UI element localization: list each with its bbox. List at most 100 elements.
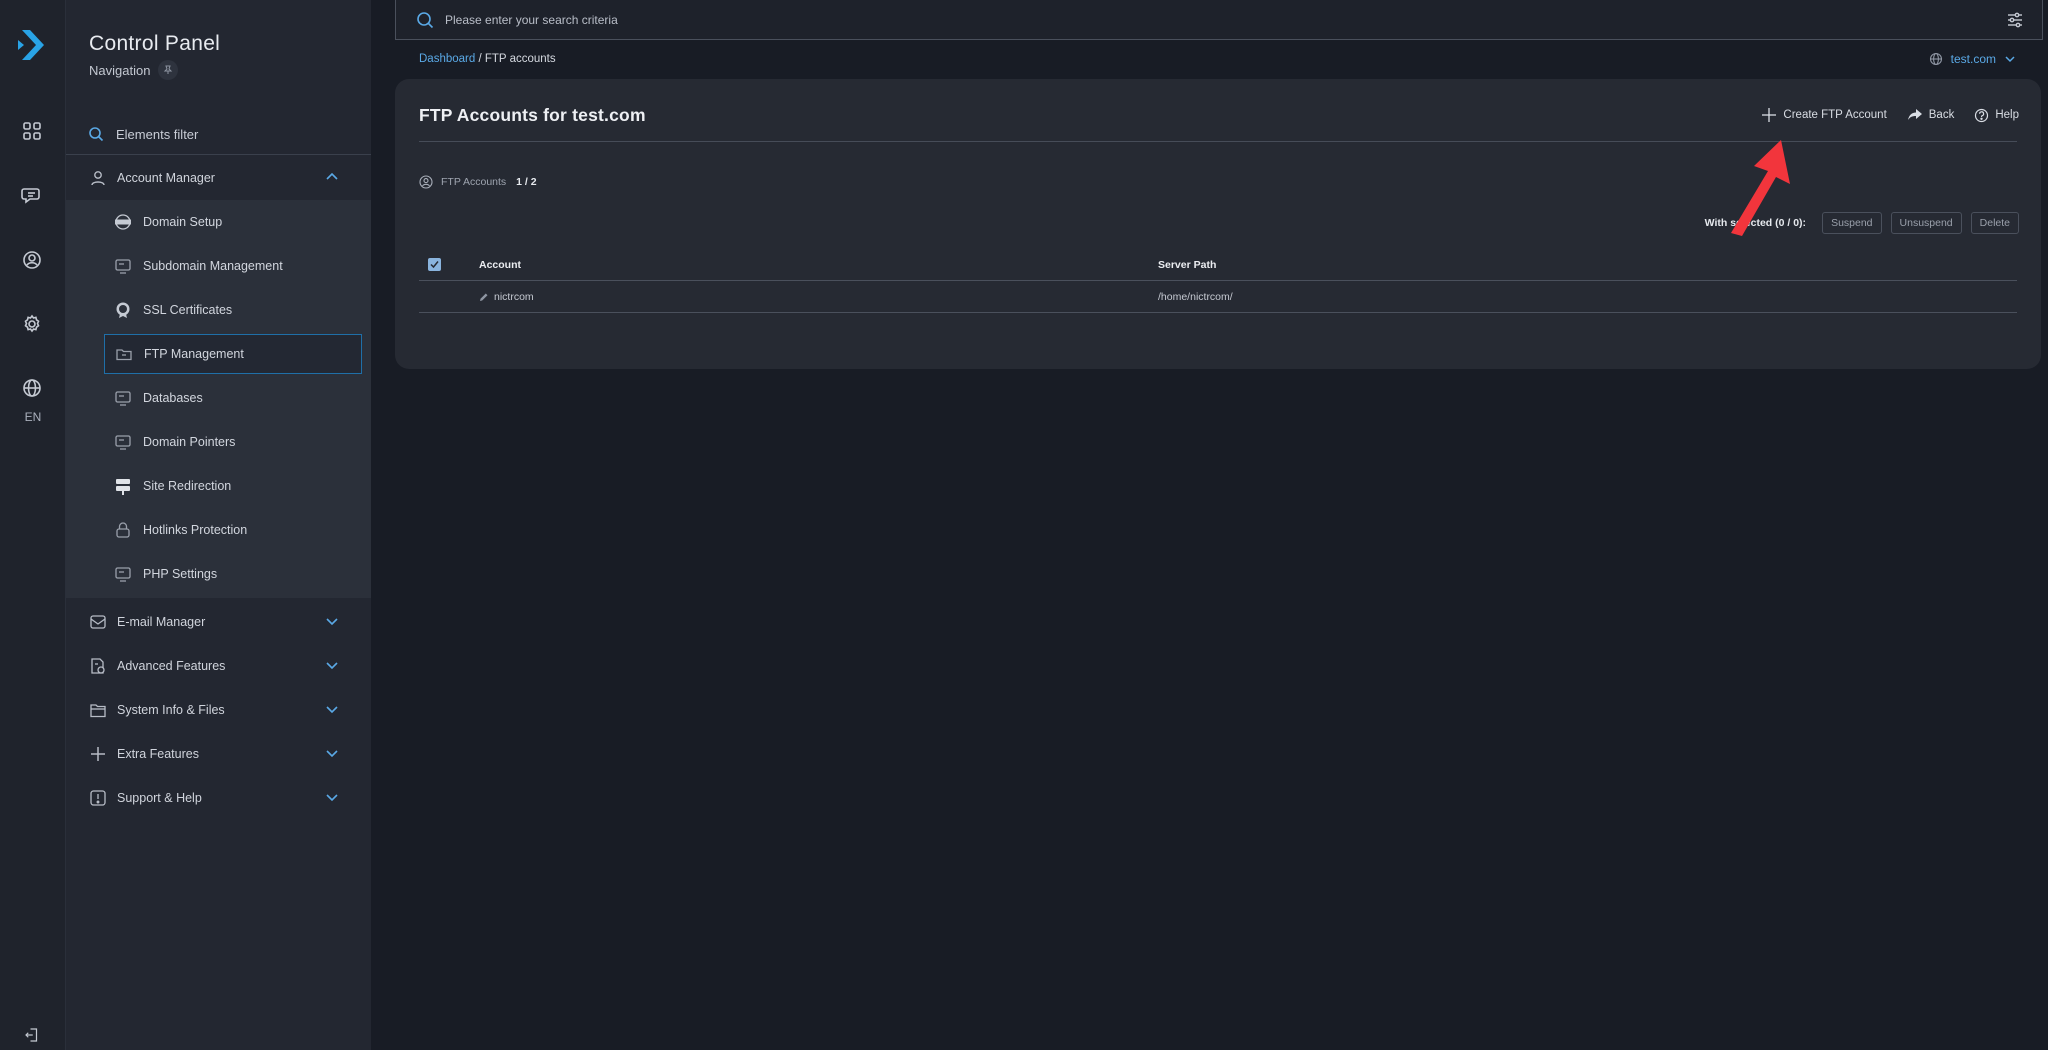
- signpost-icon: [114, 477, 132, 495]
- sidebar-item-domain-pointers[interactable]: Domain Pointers: [104, 422, 362, 462]
- logo-icon[interactable]: [16, 28, 48, 62]
- monitor-icon: [114, 257, 132, 275]
- sidebar-item-label: Domain Pointers: [143, 435, 236, 449]
- language-label[interactable]: EN: [0, 410, 66, 424]
- sidebar-item-ftp-management[interactable]: FTP Management: [104, 334, 362, 374]
- sidebar-item-ssl-certificates[interactable]: SSL Certificates: [104, 290, 362, 330]
- section-system-info-files[interactable]: System Info & Files: [66, 688, 371, 732]
- help-circle-icon: [1975, 108, 1989, 122]
- panel-title: Control Panel: [89, 32, 221, 55]
- column-header-account[interactable]: Account: [479, 259, 521, 271]
- global-search[interactable]: Please enter your search criteria: [395, 0, 2043, 40]
- table-header: Account Server Path: [419, 249, 2017, 281]
- apps-icon[interactable]: [20, 119, 44, 143]
- suspend-button[interactable]: Suspend: [1822, 212, 1882, 234]
- info-icon: [89, 789, 107, 807]
- annotation-arrow-icon: [1731, 140, 1790, 236]
- share-arrow-icon: [1907, 109, 1922, 120]
- section-advanced-features[interactable]: Advanced Features: [66, 644, 371, 688]
- divider: [66, 154, 371, 155]
- select-all-checkbox[interactable]: [428, 258, 441, 271]
- breadcrumb-dashboard[interactable]: Dashboard: [419, 53, 475, 65]
- table-row[interactable]: nictrcom /home/nictrcom/: [419, 281, 2017, 313]
- chevron-down-icon: [326, 750, 338, 758]
- sidebar-item-label: Databases: [143, 391, 203, 405]
- section-account-manager[interactable]: Account Manager: [66, 156, 371, 200]
- navigation-panel: Control Panel Navigation Elements filter…: [66, 0, 371, 1050]
- panel-subtitle: Navigation: [89, 60, 179, 80]
- ssl-badge-icon: [114, 301, 132, 319]
- section-label: Support & Help: [117, 791, 202, 805]
- unsuspend-button[interactable]: Unsuspend: [1890, 212, 1962, 234]
- logout-icon[interactable]: [20, 1026, 44, 1044]
- elements-filter[interactable]: Elements filter: [88, 122, 348, 146]
- sidebar-item-label: SSL Certificates: [143, 303, 233, 317]
- advanced-icon: [89, 657, 107, 675]
- create-ftp-account-button[interactable]: Create FTP Account: [1761, 107, 1887, 123]
- page-title: FTP Accounts for test.com: [419, 105, 646, 125]
- create-ftp-account-label: Create FTP Account: [1783, 109, 1887, 121]
- delete-button[interactable]: Delete: [1970, 212, 2019, 234]
- sidebar-item-subdomain-management[interactable]: Subdomain Management: [104, 246, 362, 286]
- section-label: System Info & Files: [117, 703, 225, 717]
- chevron-down-icon: [326, 794, 338, 802]
- monitor-icon: [114, 433, 132, 451]
- cell-server-path: /home/nictrcom/: [1158, 291, 1233, 303]
- count-label: FTP Accounts: [441, 176, 507, 188]
- sidebar-item-label: FTP Management: [144, 347, 244, 361]
- domain-selector[interactable]: test.com: [1929, 52, 2016, 66]
- user-circle-icon[interactable]: [20, 248, 44, 272]
- cell-account[interactable]: nictrcom: [494, 291, 534, 303]
- sidebar-item-hotlinks-protection[interactable]: Hotlinks Protection: [104, 510, 362, 550]
- search-icon: [416, 11, 434, 29]
- breadcrumb-current: FTP accounts: [484, 53, 556, 65]
- column-header-server-path[interactable]: Server Path: [1158, 259, 1216, 271]
- icon-rail: EN: [0, 0, 66, 1050]
- sidebar-item-label: Domain Setup: [143, 215, 223, 229]
- monitor-icon: [114, 389, 132, 407]
- sidebar-item-php-settings[interactable]: PHP Settings: [104, 554, 362, 594]
- user-circle-icon: [419, 175, 433, 189]
- help-label: Help: [1995, 109, 2019, 121]
- ftp-accounts-count: FTP Accounts 1 / 2: [419, 175, 537, 189]
- globe-icon: [1929, 52, 1942, 66]
- chevron-up-icon: [326, 172, 338, 180]
- account-manager-submenu: Domain Setup Subdomain Management SSL Ce…: [66, 200, 371, 598]
- section-support-help[interactable]: Support & Help: [66, 776, 371, 820]
- chevron-down-icon: [326, 662, 338, 670]
- section-label: Account Manager: [117, 171, 215, 185]
- elements-filter-placeholder: Elements filter: [116, 126, 199, 142]
- help-button[interactable]: Help: [1974, 107, 2019, 123]
- sidebar-item-label: PHP Settings: [143, 567, 218, 581]
- section-extra-features[interactable]: Extra Features: [66, 732, 371, 776]
- chat-icon[interactable]: [20, 183, 44, 207]
- pin-icon[interactable]: [158, 60, 179, 80]
- gear-icon[interactable]: [20, 312, 44, 336]
- sidebar-item-domain-setup[interactable]: Domain Setup: [104, 202, 362, 242]
- sidebar-item-label: Hotlinks Protection: [143, 523, 248, 537]
- section-label: Extra Features: [117, 747, 199, 761]
- filter-settings-icon[interactable]: [2006, 11, 2024, 29]
- sidebar-item-databases[interactable]: Databases: [104, 378, 362, 418]
- section-email-manager[interactable]: E-mail Manager: [66, 600, 371, 644]
- search-icon: [89, 127, 104, 142]
- folder-icon: [89, 701, 107, 719]
- globe-icon[interactable]: [20, 376, 44, 400]
- back-button[interactable]: Back: [1907, 107, 1954, 123]
- chevron-down-icon: [326, 706, 338, 714]
- plus-icon: [1762, 108, 1777, 122]
- sidebar-item-label: Site Redirection: [143, 479, 232, 493]
- search-input[interactable]: Please enter your search criteria: [445, 13, 618, 27]
- section-label: E-mail Manager: [117, 615, 206, 629]
- sidebar-item-label: Subdomain Management: [143, 259, 283, 273]
- ftp-folder-icon: [115, 345, 133, 363]
- section-label: Advanced Features: [117, 659, 226, 673]
- sidebar-item-site-redirection[interactable]: Site Redirection: [104, 466, 362, 506]
- mail-icon: [89, 613, 107, 631]
- breadcrumb-separator: /: [475, 53, 485, 65]
- pencil-icon[interactable]: [479, 292, 489, 302]
- lock-icon: [114, 521, 132, 539]
- chevron-down-icon: [326, 618, 338, 626]
- page-actions: Create FTP Account Back Help: [1761, 107, 2019, 123]
- user-icon: [89, 169, 107, 187]
